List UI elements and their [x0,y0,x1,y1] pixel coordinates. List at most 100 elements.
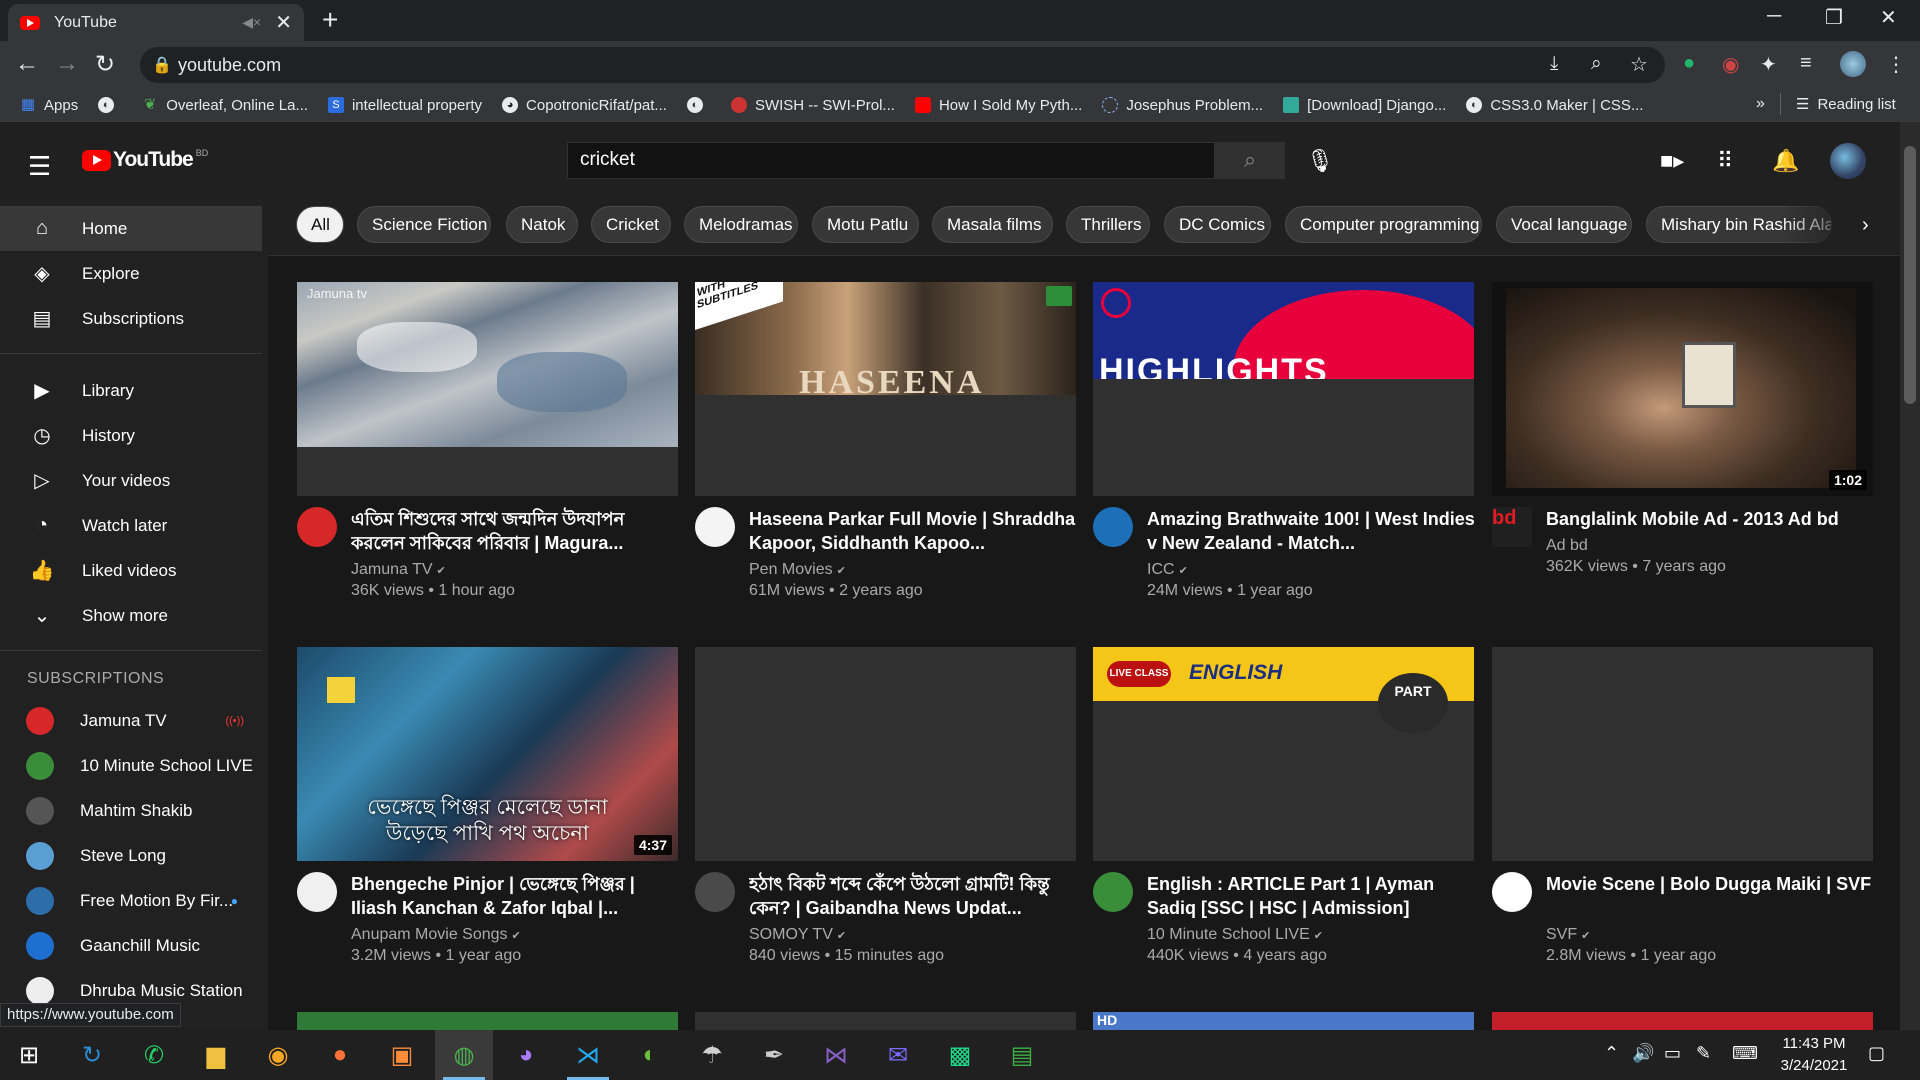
channel-name[interactable]: Ad bd [1546,537,1588,555]
minimize-window-button[interactable]: ─ [1767,5,1781,28]
channel-name[interactable]: Pen Movies ✔ [749,561,846,579]
media-control-icon[interactable]: ≡ [1800,52,1812,75]
video-thumbnail[interactable] [1492,1012,1873,1030]
reading-list-button[interactable]: ☰ Reading list [1796,95,1896,114]
channel-avatar[interactable] [1093,872,1133,912]
video-title[interactable]: English : ARTICLE Part 1 | Ayman Sadiq [… [1147,872,1477,920]
account-avatar[interactable] [1830,143,1866,179]
channel-name[interactable]: 10 Minute School LIVE ✔ [1147,926,1323,944]
channel-name[interactable]: ICC ✔ [1147,561,1188,579]
video-title[interactable]: এতিম শিশুদের সাথে জন্মদিন উদযাপন করলেন স… [351,507,681,555]
notifications-bell-icon[interactable]: 🔔 [1772,148,1799,174]
video-thumbnail[interactable]: WITH SUBTITLES HASEENA [695,282,1076,496]
bookmark-swish[interactable]: SWISH -- SWI-Prol... [730,97,895,114]
bookmark-overleaf[interactable]: ❦ Overleaf, Online La... [142,97,308,114]
volume-icon[interactable]: 🔊 [1632,1043,1654,1064]
taskbar-app[interactable]: ☂ [683,1030,741,1080]
bookmark-josephus[interactable]: Josephus Problem... [1102,97,1263,114]
close-tab-icon[interactable]: ✕ [275,10,292,35]
notification-center-icon[interactable]: ▢ [1868,1043,1885,1064]
channel-name[interactable]: Jamuna TV ✔ [351,561,446,579]
taskbar-app[interactable]: ◐ [621,1030,679,1080]
create-video-icon[interactable]: ■▸ [1660,148,1684,174]
voice-search-icon[interactable]: 🎙 [1306,148,1334,174]
bookmark-django[interactable]: [Download] Django... [1283,97,1446,114]
youtube-logo[interactable]: YouTube BD [82,148,208,172]
sidebar-item-watch-later[interactable]: ◔ Watch later [0,503,262,548]
scrollbar-thumb[interactable] [1904,146,1916,404]
bookmark-globe-2[interactable]: ◐ [686,97,711,113]
sidebar-item-liked-videos[interactable]: 👍 Liked videos [0,548,262,593]
video-thumbnail[interactable] [695,647,1076,861]
video-thumbnail[interactable]: HIGHLIGHTS [1093,282,1474,496]
chip-all[interactable]: All [296,206,344,243]
bookmark-star-icon[interactable]: ☆ [1630,52,1648,77]
zoom-icon[interactable]: ⌕ [1591,53,1602,75]
search-button[interactable]: ⌕ [1215,142,1285,179]
channel-avatar[interactable] [1492,872,1532,912]
grammarly-extension-icon[interactable]: ● [1683,52,1695,75]
system-clock[interactable]: 11:43 PM 3/24/2021 [1770,1033,1858,1077]
channel-avatar[interactable] [297,507,337,547]
new-tab-button[interactable]: + [322,4,338,36]
browser-menu-icon[interactable]: ⋮ [1886,52,1906,77]
video-title[interactable]: Haseena Parkar Full Movie | Shraddha Kap… [749,507,1079,555]
video-title[interactable]: Bhengeche Pinjor | ভেঙ্গেছে পিঞ্জর | Ili… [351,872,681,920]
back-button[interactable]: ← [15,50,39,78]
taskbar-app[interactable]: ● [311,1030,369,1080]
channel-avatar[interactable] [695,507,735,547]
bookmarks-overflow-button[interactable]: » [1756,95,1765,113]
channel-name[interactable]: SOMOY TV ✔ [749,926,846,944]
sidebar-item-history[interactable]: ◷ History [0,413,262,458]
bookmark-intellectual-property[interactable]: Sintellectual property [327,97,482,114]
chip-dc-comics[interactable]: DC Comics [1164,206,1271,243]
channel-avatar[interactable]: bd [1492,507,1532,547]
channel-avatar[interactable] [1093,507,1133,547]
chip-science-fiction[interactable]: Science Fiction [357,206,491,243]
profile-avatar[interactable] [1840,51,1866,77]
bookmark-apps[interactable]: ▦ Apps [20,97,78,114]
taskbar-app[interactable]: ◕ [497,1030,555,1080]
sidebar-item-explore[interactable]: ◈ Explore [0,251,262,296]
taskbar-app[interactable]: ▩ [931,1030,989,1080]
sidebar-item-subscriptions[interactable]: ▤ Subscriptions [0,296,262,341]
video-thumbnail[interactable] [695,1012,1076,1030]
taskbar-app[interactable]: ✆ [125,1030,183,1080]
video-thumbnail[interactable] [1492,647,1873,861]
video-thumbnail[interactable]: Jamuna tv [297,282,678,496]
search-input[interactable] [580,149,1180,171]
taskbar-app[interactable]: ⋈ [807,1030,865,1080]
video-thumbnail[interactable] [297,1012,678,1030]
video-thumbnail[interactable]: LIVE CLASS ENGLISH PART [1093,647,1474,861]
network-icon[interactable]: ▭ [1664,1043,1681,1064]
chip-scroll-right-icon[interactable]: › [1862,214,1869,237]
chip-computer-programming[interactable]: Computer programming [1285,206,1482,243]
channel-avatar[interactable] [695,872,735,912]
channel-name[interactable]: Anupam Movie Songs ✔ [351,926,521,944]
sidebar-item-your-videos[interactable]: ▷ Your videos [0,458,262,503]
forward-button[interactable]: → [55,50,79,78]
start-button[interactable]: ⊞ [0,1030,58,1080]
taskbar-app[interactable]: ▆ [187,1030,245,1080]
chip-natok[interactable]: Natok [506,206,578,243]
video-thumbnail[interactable]: 1:02 [1492,282,1873,496]
restore-window-button[interactable]: ❐ [1825,5,1843,30]
bookmark-github[interactable]: ◕ CopotronicRifat/pat... [502,97,667,114]
video-thumbnail[interactable]: ভেঙ্গেছে পিঞ্জর মেলেছে ডানা উড়েছে পাখি … [297,647,678,861]
sidebar-item-home[interactable]: ⌂ Home [0,206,262,251]
install-app-icon[interactable]: ⤓ [1550,53,1558,75]
taskbar-app[interactable]: ✉ [869,1030,927,1080]
bookmark-css3[interactable]: ◐ CSS3.0 Maker | CSS... [1466,97,1643,114]
sidebar-item-library[interactable]: ▶ Library [0,368,262,413]
video-title[interactable]: হঠাৎ বিকট শব্দে কেঁপে উঠলো গ্রামটি! কিন্… [749,872,1079,920]
pen-icon[interactable]: ✎ [1696,1043,1711,1064]
taskbar-app[interactable]: ▣ [373,1030,431,1080]
taskbar-app[interactable]: ◍ [435,1030,493,1080]
taskbar-app[interactable]: ✒ [745,1030,803,1080]
taskbar-app[interactable]: ◉ [249,1030,307,1080]
address-bar[interactable]: 🔒 youtube.com ⤓ ⌕ ☆ [140,47,1665,83]
keyboard-icon[interactable]: ⌨ [1732,1043,1758,1064]
search-box[interactable] [567,142,1215,179]
subscription-item[interactable]: 10 Minute School LIVE [0,743,262,788]
reload-button[interactable]: ↻ [95,50,115,79]
